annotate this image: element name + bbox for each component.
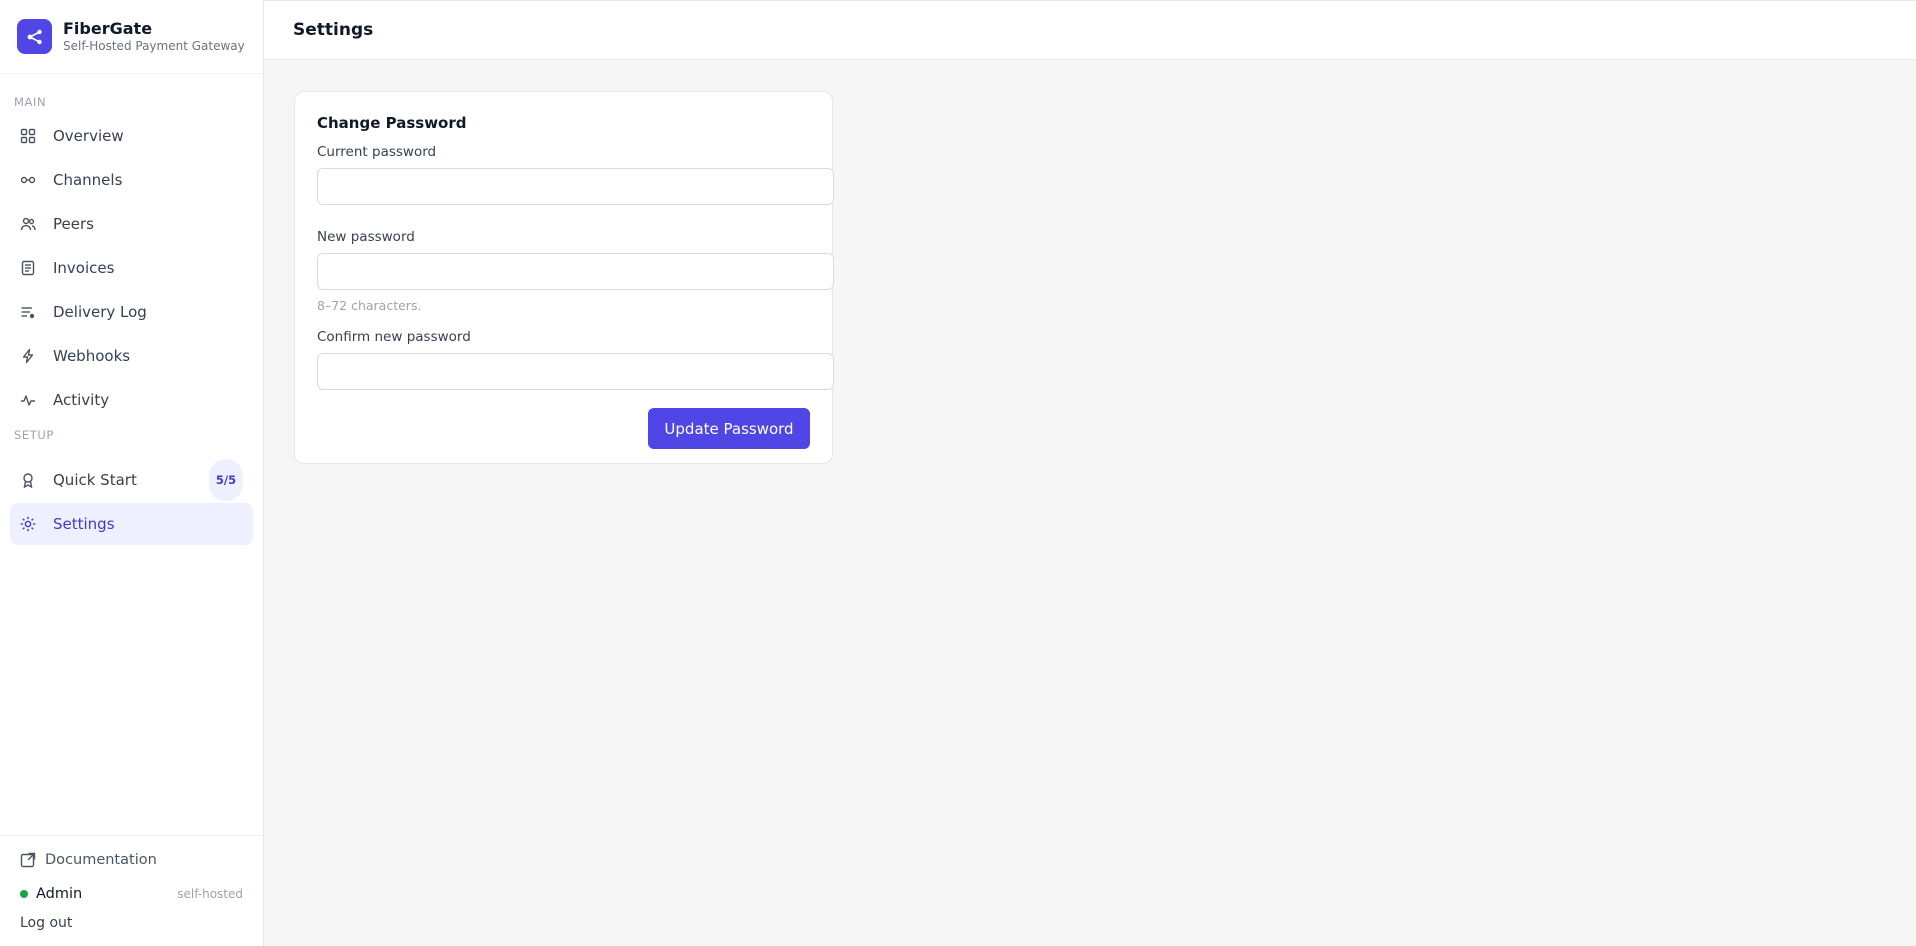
top-bar: Settings — [264, 0, 1916, 60]
grid-icon — [19, 127, 37, 145]
sidebar-footer: Documentation Admin self-hosted Log out — [0, 835, 263, 946]
sidebar-item-activity[interactable]: Activity — [10, 379, 253, 421]
sidebar-item-label: Quick Start — [53, 471, 137, 489]
user-info: Admin — [20, 886, 82, 902]
share-nodes-icon — [17, 19, 52, 54]
sidebar-item-invoices[interactable]: Invoices — [10, 247, 253, 289]
users-icon — [19, 215, 37, 233]
brand-tagline: Self-Hosted Payment Gateway — [63, 39, 245, 53]
bolt-icon — [19, 347, 37, 365]
app-root: FiberGate Self-Hosted Payment Gateway MA… — [0, 0, 1916, 946]
documentation-link[interactable]: Documentation — [20, 848, 243, 872]
sidebar-item-channels[interactable]: Channels — [10, 159, 253, 201]
confirm-password-input[interactable] — [317, 353, 834, 390]
sidebar-item-webhooks[interactable]: Webhooks — [10, 335, 253, 377]
deployment-label: self-hosted — [177, 887, 243, 901]
pulse-icon — [19, 391, 37, 409]
sidebar: FiberGate Self-Hosted Payment Gateway MA… — [0, 0, 264, 946]
update-password-button[interactable]: Update Password — [648, 408, 810, 449]
page-title: Settings — [293, 20, 374, 40]
new-password-field: New password 8–72 characters. — [317, 229, 834, 313]
progress-badge: 5/5 — [209, 459, 243, 501]
confirm-password-label: Confirm new password — [317, 329, 471, 345]
section-label-setup: SETUP — [14, 428, 54, 442]
sidebar-item-label: Webhooks — [53, 347, 131, 365]
user-name: Admin — [36, 886, 83, 902]
online-status-dot — [20, 890, 28, 898]
logout-link[interactable]: Log out — [20, 912, 243, 934]
sidebar-item-quick-start[interactable]: Quick Start 5/5 — [10, 459, 253, 501]
section-label-main: MAIN — [14, 95, 47, 109]
form-actions: Update Password — [317, 408, 810, 449]
sidebar-item-label: Overview — [53, 127, 124, 145]
sidebar-item-label: Peers — [53, 215, 94, 233]
sidebar-item-delivery-log[interactable]: Delivery Log — [10, 291, 253, 333]
sidebar-item-peers[interactable]: Peers — [10, 203, 253, 245]
sidebar-item-label: Channels — [53, 171, 123, 189]
card-title: Change Password — [317, 114, 467, 132]
award-icon — [19, 471, 37, 489]
sidebar-item-label: Invoices — [53, 259, 115, 277]
user-row: Admin self-hosted — [20, 882, 243, 906]
new-password-label: New password — [317, 229, 415, 245]
current-password-label: Current password — [317, 144, 437, 160]
new-password-input[interactable] — [317, 253, 834, 290]
brand-name: FiberGate — [63, 19, 153, 38]
list-log-icon — [19, 303, 37, 321]
password-length-hint: 8–72 characters. — [317, 298, 422, 313]
brand: FiberGate Self-Hosted Payment Gateway — [0, 0, 263, 74]
current-password-input[interactable] — [317, 168, 834, 205]
sidebar-item-label: Delivery Log — [53, 303, 147, 321]
sidebar-item-settings[interactable]: Settings — [10, 503, 253, 545]
brand-text: FiberGate Self-Hosted Payment Gateway — [63, 19, 245, 54]
document-icon — [19, 259, 37, 277]
documentation-label: Documentation — [45, 852, 157, 868]
link-icon — [19, 171, 37, 189]
sidebar-item-overview[interactable]: Overview — [10, 115, 253, 157]
sidebar-item-label: Settings — [53, 515, 115, 533]
confirm-password-field: Confirm new password — [317, 329, 834, 390]
external-link-icon — [20, 852, 36, 868]
main-content: Settings Change Password Current passwor… — [264, 0, 1916, 946]
sidebar-item-label: Activity — [53, 391, 110, 409]
gear-icon — [19, 515, 37, 533]
change-password-card: Change Password Current password New pas… — [294, 91, 834, 464]
current-password-field: Current password — [317, 144, 834, 205]
